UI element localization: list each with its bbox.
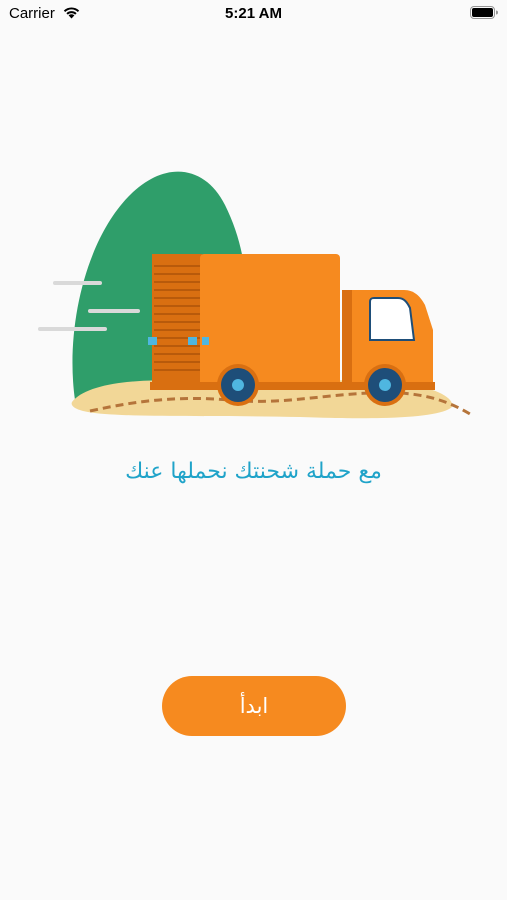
battery-icon: [470, 6, 498, 19]
cab-window: [369, 297, 416, 341]
status-time: 5:21 AM: [225, 5, 282, 22]
delivery-truck-illustration: [38, 171, 471, 419]
cargo-box-front: [200, 254, 340, 388]
wheel-front: [364, 364, 406, 406]
wheel-rear: [217, 364, 259, 406]
onboarding-tagline: مع حملة شحنتك نحملها عنك: [125, 459, 382, 484]
status-bar: Carrier 5:21 AM: [0, 0, 507, 30]
start-button[interactable]: ابدأ: [162, 676, 346, 736]
